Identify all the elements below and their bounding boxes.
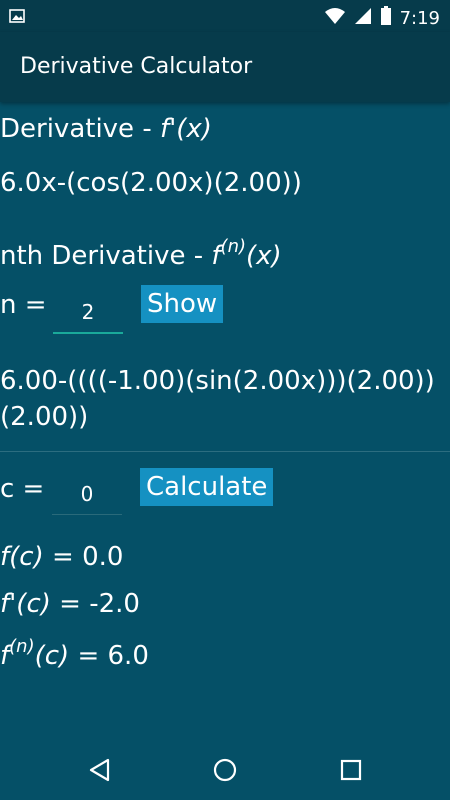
section-divider xyxy=(0,451,450,452)
status-time: 7:19 xyxy=(399,7,440,29)
app-title: Derivative Calculator xyxy=(20,54,253,79)
recents-icon[interactable] xyxy=(339,758,363,786)
signal-icon xyxy=(354,7,372,29)
home-icon[interactable] xyxy=(213,758,237,786)
derivative-result: 6.0x-(cos(2.00x)(2.00)) xyxy=(0,168,302,198)
show-button[interactable]: Show xyxy=(141,285,224,323)
n-label: n = xyxy=(0,290,47,320)
app-bar: Derivative Calculator xyxy=(0,32,450,102)
back-icon[interactable] xyxy=(88,758,112,786)
fn-c-result: f(n)(c) = 6.0 xyxy=(0,636,149,671)
navigation-bar xyxy=(0,740,450,800)
nth-derivative-result-line1: 6.00-((((-1.00)(sin(2.00x)))(2.00)) xyxy=(0,366,435,396)
c-label: c = xyxy=(0,474,45,504)
c-input[interactable]: 0 xyxy=(52,474,122,515)
fc-result: f(c) = 0.0 xyxy=(0,542,124,572)
nth-derivative-notation: f(n)(x) xyxy=(211,236,282,271)
status-icons: 7:19 xyxy=(324,6,440,30)
n-input[interactable]: 2 xyxy=(53,292,123,334)
image-icon xyxy=(9,8,25,27)
fprime-c-result: f'(c) = -2.0 xyxy=(0,589,140,619)
nth-derivative-label: nth Derivative - f(n)(x) xyxy=(0,236,282,271)
derivative-notation: f'(x) xyxy=(159,114,212,144)
nth-derivative-result-line2: (2.00)) xyxy=(0,402,89,432)
status-bar: 7:19 xyxy=(0,0,450,32)
wifi-icon xyxy=(324,7,346,29)
calculate-button[interactable]: Calculate xyxy=(140,468,274,506)
battery-icon xyxy=(380,6,392,30)
derivative-label: Derivative - f'(x) xyxy=(0,114,212,144)
